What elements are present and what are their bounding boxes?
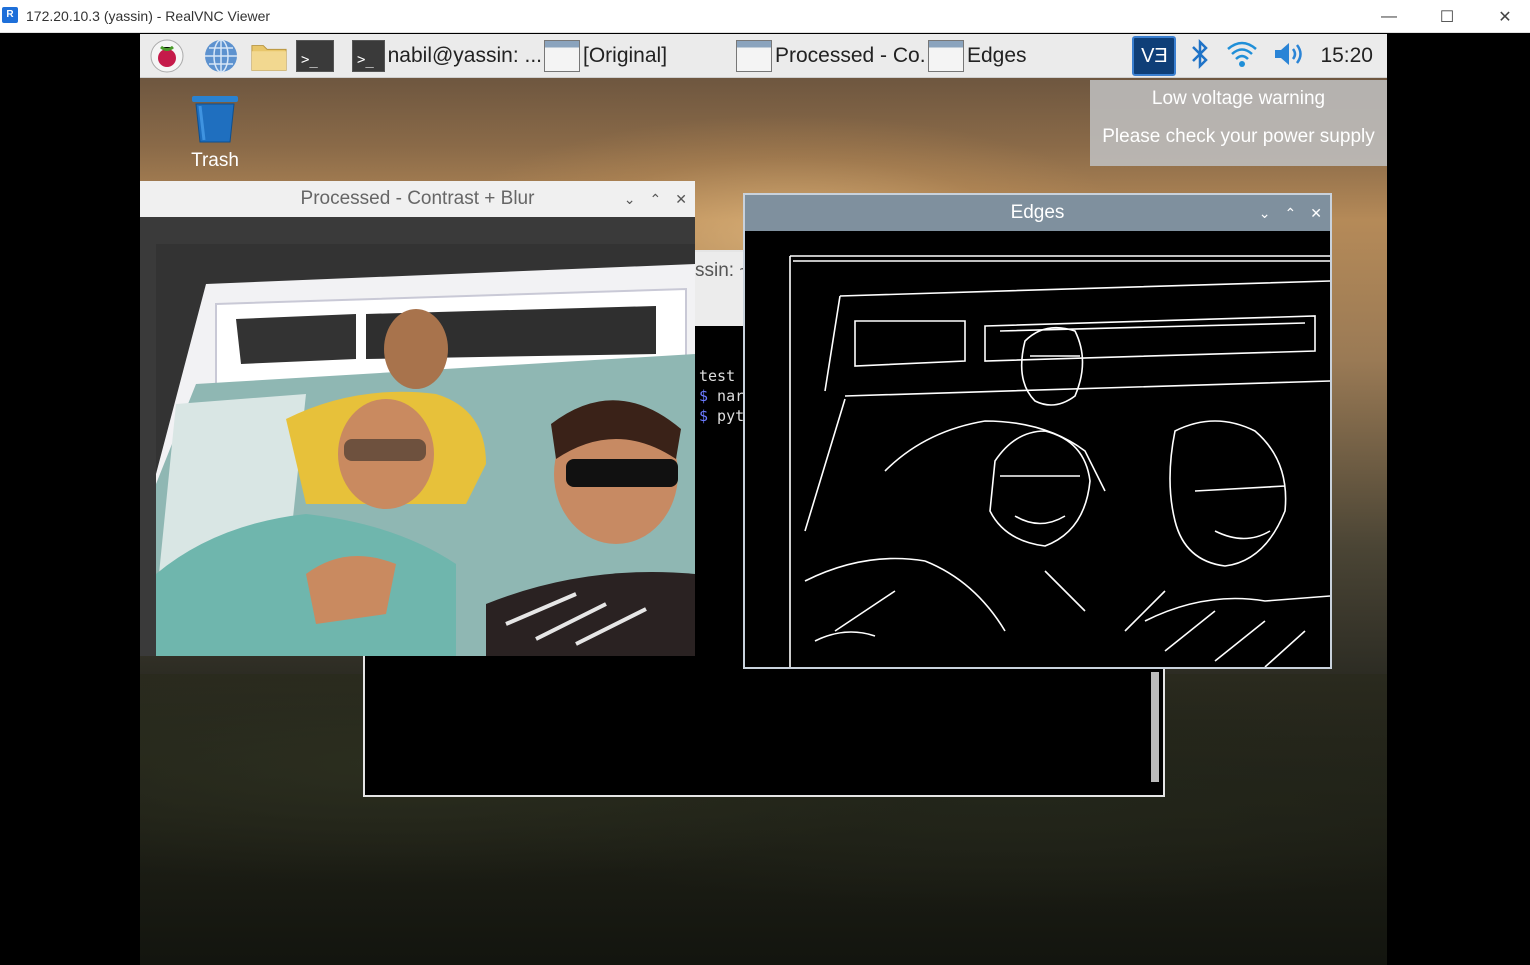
taskbar: >_ >_ nabil@yassin: ... [Original] Proce…	[140, 34, 1387, 78]
trash-icon	[191, 94, 239, 144]
close-icon[interactable]: ✕	[1310, 205, 1322, 222]
edges-image	[745, 231, 1330, 667]
taskbar-original-label: [Original]	[583, 44, 668, 67]
window-icon	[736, 40, 772, 72]
taskbar-original-button[interactable]: [Original]	[544, 37, 734, 75]
terminal-launcher-icon[interactable]: >_	[296, 38, 334, 74]
taskbar-processed-button[interactable]: Processed - Co...	[736, 37, 926, 75]
minimize-button[interactable]: —	[1360, 0, 1418, 33]
window-icon	[928, 40, 964, 72]
taskbar-processed-label: Processed - Co...	[775, 44, 926, 67]
chevron-down-icon[interactable]: ⌄	[1259, 205, 1271, 222]
vnc-titlebar: R 172.20.10.3 (yassin) - RealVNC Viewer …	[0, 0, 1530, 33]
browser-globe-icon[interactable]	[202, 38, 240, 74]
notification-message: Please check your power supply	[1102, 126, 1375, 147]
vnc-window-title: 172.20.10.3 (yassin) - RealVNC Viewer	[26, 8, 271, 24]
terminal-line-1: test	[699, 367, 736, 385]
terminal-prompt-1: $	[699, 387, 709, 405]
processed-camera-image	[156, 244, 695, 656]
trash-desktop-icon[interactable]: Trash	[175, 94, 255, 172]
processed-window-title: Processed - Contrast + Blur	[300, 188, 535, 209]
edges-window[interactable]: Edges ⌄ ⌃ ✕	[743, 193, 1332, 669]
realvnc-logo-icon: R	[2, 7, 18, 23]
file-manager-folder-icon[interactable]	[250, 38, 288, 74]
taskbar-terminal-label: nabil@yassin: ...	[387, 44, 542, 67]
vnc-server-tray-icon[interactable]: VƎ	[1132, 36, 1177, 76]
processed-window[interactable]: Processed - Contrast + Blur ⌄ ⌃ ✕	[140, 181, 695, 656]
bluetooth-icon[interactable]	[1190, 38, 1210, 75]
chevron-up-icon[interactable]: ⌃	[650, 191, 662, 208]
chevron-down-icon[interactable]: ⌄	[624, 191, 636, 208]
edges-window-title: Edges	[1010, 202, 1065, 223]
taskbar-terminal-button[interactable]: >_ nabil@yassin: ...	[352, 37, 542, 75]
system-tray: VƎ 15:20	[1132, 34, 1387, 78]
notification-title: Low voltage warning	[1151, 88, 1326, 109]
raspberry-pi-menu-icon[interactable]	[148, 38, 186, 74]
window-icon	[544, 40, 580, 72]
processed-titlebar[interactable]: Processed - Contrast + Blur ⌄ ⌃ ✕	[140, 181, 695, 217]
terminal-output: test $ nar $ pyt	[699, 366, 744, 426]
wifi-icon[interactable]	[1226, 39, 1258, 74]
taskbar-edges-label: Edges	[967, 44, 1027, 67]
taskbar-edges-button[interactable]: Edges	[928, 37, 1114, 75]
low-voltage-notification[interactable]: Low voltage warning Please check your po…	[1090, 80, 1387, 166]
edges-titlebar[interactable]: Edges ⌄ ⌃ ✕	[745, 195, 1330, 231]
volume-icon[interactable]	[1272, 40, 1308, 73]
chevron-up-icon[interactable]: ⌃	[1285, 205, 1297, 222]
terminal-line-3: pyt	[708, 407, 745, 425]
terminal-prompt-2: $	[699, 407, 709, 425]
clock[interactable]: 15:20	[1320, 44, 1373, 68]
terminal-icon: >_	[352, 40, 385, 72]
trash-label: Trash	[191, 150, 239, 171]
close-icon[interactable]: ✕	[675, 191, 687, 208]
terminal-line-2: nar	[708, 387, 745, 405]
close-button[interactable]: ✕	[1476, 0, 1530, 33]
maximize-button[interactable]: ☐	[1418, 0, 1476, 33]
terminal-scrollbar[interactable]	[1151, 672, 1159, 782]
